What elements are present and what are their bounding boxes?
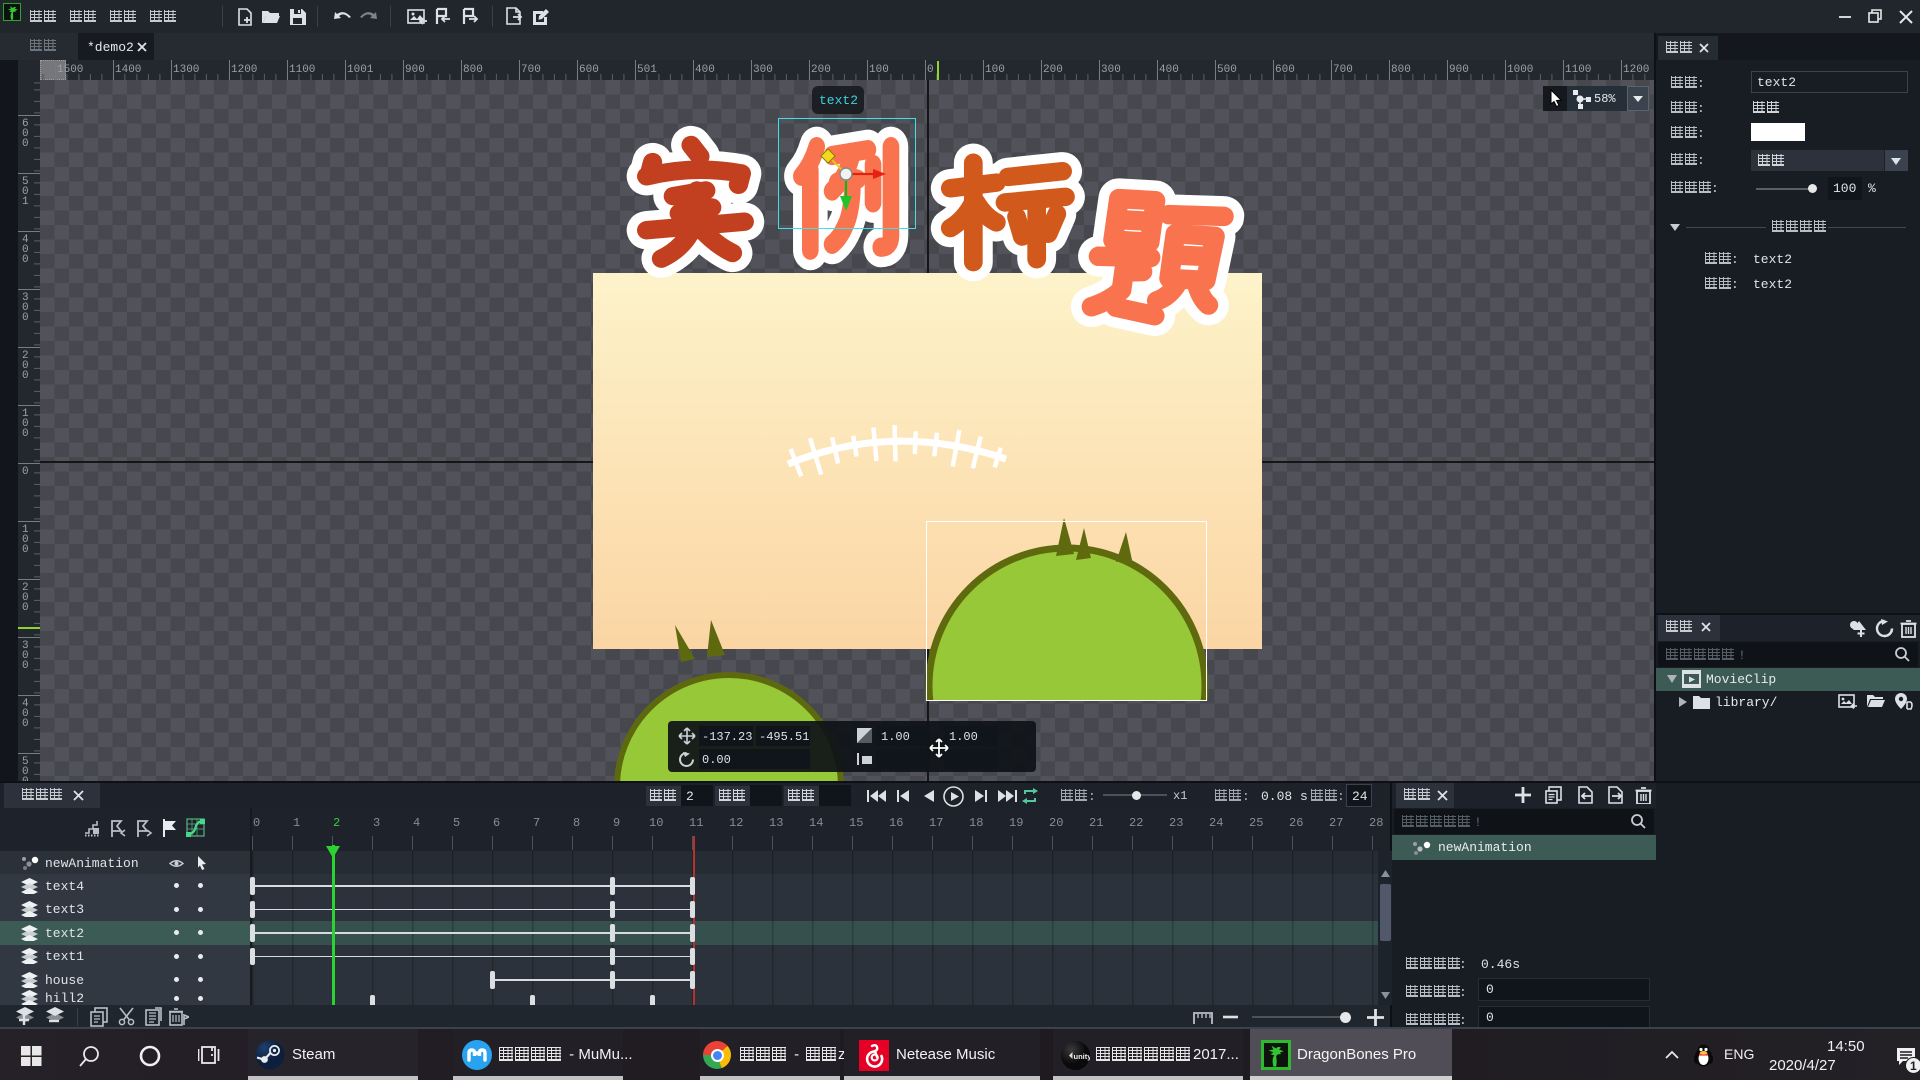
svg-text:unity: unity — [1074, 1052, 1091, 1061]
